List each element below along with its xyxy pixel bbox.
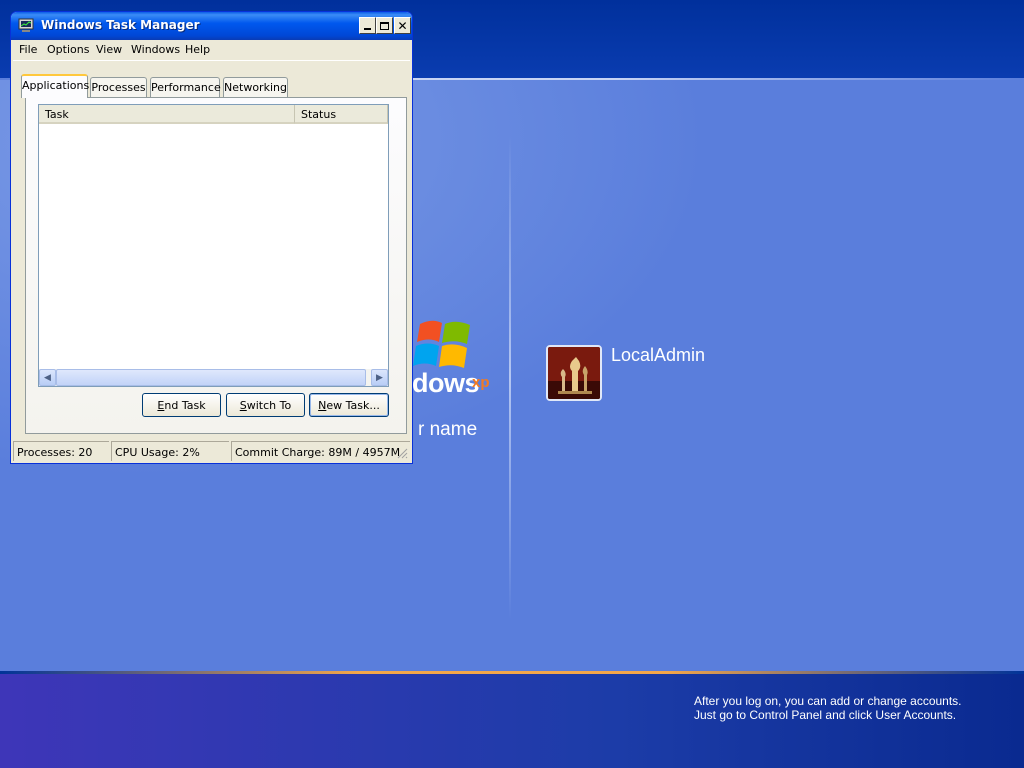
switch-to-button[interactable]: Switch To (226, 393, 305, 417)
menu-view[interactable]: View (96, 43, 122, 56)
switch-to-label: witch To (246, 399, 292, 412)
logon-hint-text: After you log on, you can add or change … (694, 694, 962, 722)
resize-grip-icon[interactable] (396, 447, 408, 459)
tab-processes[interactable]: Processes (90, 77, 147, 97)
task-manager-window[interactable]: Windows Task Manager ✕ File Options View… (10, 11, 413, 464)
window-title: Windows Task Manager (41, 18, 200, 32)
menu-help[interactable]: Help (185, 43, 210, 56)
maximize-icon (380, 21, 389, 30)
end-task-label: nd Task (164, 399, 206, 412)
tab-networking[interactable]: Networking (223, 77, 288, 97)
chess-pieces-icon (548, 347, 600, 399)
menu-windows[interactable]: Windows (131, 43, 180, 56)
menu-separator (13, 60, 410, 61)
xp-superscript: xp (472, 374, 490, 391)
new-task-label: ew Task... (326, 399, 380, 412)
user-avatar[interactable] (546, 345, 602, 401)
menu-file[interactable]: File (19, 43, 37, 56)
status-processes: Processes: 20 (13, 441, 109, 461)
close-button[interactable]: ✕ (394, 17, 411, 34)
new-task-button[interactable]: New Task... (309, 393, 389, 417)
close-icon: ✕ (397, 18, 408, 33)
scroll-left-button[interactable]: ◀ (39, 369, 56, 386)
chevron-right-icon: ▶ (376, 372, 383, 383)
switch-to-mnemonic: S (239, 399, 247, 412)
scrollbar-thumb[interactable] (56, 369, 366, 386)
menu-options[interactable]: Options (47, 43, 89, 56)
title-bar[interactable]: Windows Task Manager ✕ (11, 12, 412, 40)
column-header-task[interactable]: Task (39, 105, 295, 124)
chevron-left-icon: ◀ (44, 372, 51, 383)
task-list[interactable]: Task Status ◀ ▶ (38, 104, 389, 387)
logon-prompt: r name (418, 419, 478, 440)
hint-line-2: Just go to Control Panel and click User … (694, 708, 957, 722)
windows-flag-icon (413, 320, 470, 368)
hint-line-1: After you log on, you can add or change … (694, 694, 962, 708)
horizontal-scrollbar[interactable]: ◀ ▶ (39, 369, 388, 386)
vertical-divider (509, 135, 511, 620)
task-manager-icon (18, 18, 34, 32)
minimize-icon (364, 28, 371, 30)
status-cpu-usage: CPU Usage: 2% (111, 441, 229, 461)
status-bar: Processes: 20 CPU Usage: 2% Commit Charg… (13, 441, 410, 461)
user-name[interactable]: LocalAdmin (611, 345, 705, 366)
tab-applications[interactable]: Applications (21, 74, 89, 98)
status-commit-charge: Commit Charge: 89M / 4957M (231, 441, 410, 461)
maximize-button[interactable] (376, 17, 393, 34)
tab-performance[interactable]: Performance (150, 77, 221, 97)
menu-bar: File Options View Windows Help (13, 41, 410, 59)
scroll-right-button[interactable]: ▶ (371, 369, 388, 386)
end-task-button[interactable]: End Task (142, 393, 221, 417)
column-header-status[interactable]: Status (295, 105, 388, 124)
windows-xp-wordmark: dows (412, 368, 480, 398)
minimize-button[interactable] (359, 17, 376, 34)
